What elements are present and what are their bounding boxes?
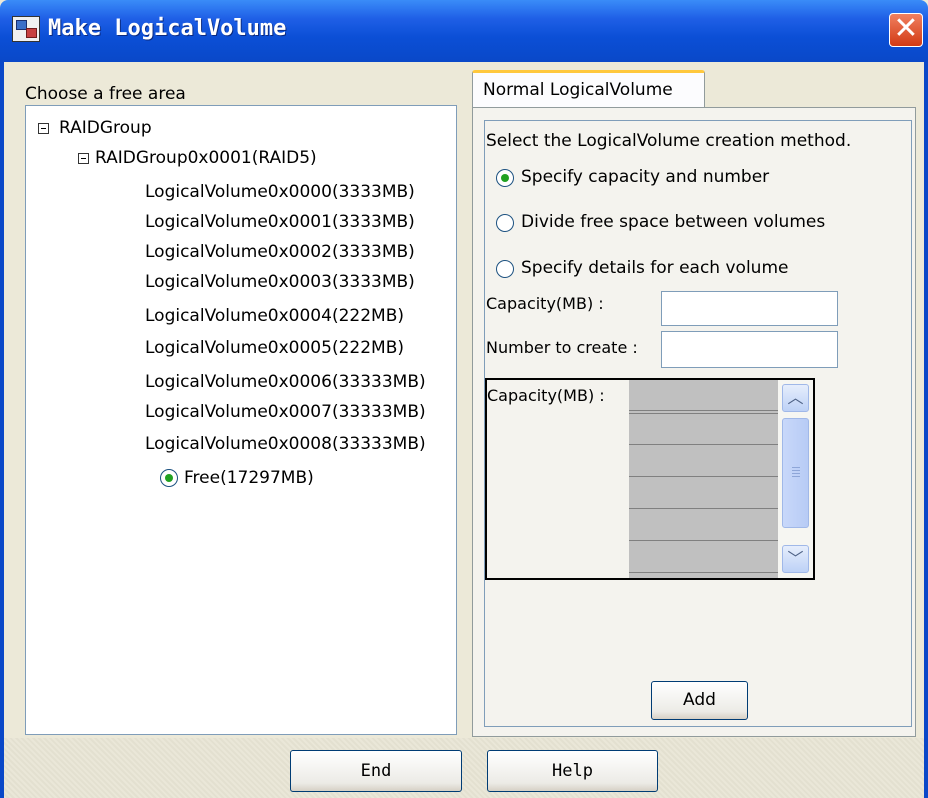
table-row-divider xyxy=(629,444,778,445)
free-area-label: Choose a free area xyxy=(25,84,186,104)
close-icon: ✕ xyxy=(893,11,919,46)
table-row-divider xyxy=(629,410,778,411)
title-bar: Make LogicalVolume ✕ xyxy=(0,0,928,62)
detail-capacity-label: Capacity(MB) : xyxy=(487,386,605,405)
tree-item-label: RAIDGroup xyxy=(59,118,152,138)
tree-item-volume[interactable]: LogicalVolume0x0008(33333MB) xyxy=(145,432,426,456)
capacity-detail-table: Capacity(MB) : ︿ ﹀ xyxy=(485,378,815,580)
scroll-down-button[interactable]: ﹀ xyxy=(782,545,809,573)
collapse-icon[interactable] xyxy=(38,123,49,134)
grip-line xyxy=(792,476,800,477)
vertical-scrollbar[interactable]: ︿ ﹀ xyxy=(778,380,813,578)
table-row-divider xyxy=(629,572,778,573)
tree-item-volume[interactable]: LogicalVolume0x0002(3333MB) xyxy=(145,240,415,264)
method-radio[interactable] xyxy=(496,260,514,278)
tree-item-volume[interactable]: LogicalVolume0x0000(3333MB) xyxy=(145,180,415,204)
grip-line xyxy=(792,470,800,471)
collapse-icon[interactable] xyxy=(78,153,89,164)
capacity-cells xyxy=(629,380,778,578)
tree-item-label: Free(17297MB) xyxy=(184,468,314,488)
end-button[interactable]: End xyxy=(290,750,462,792)
add-button[interactable]: Add xyxy=(651,681,748,720)
method-radio[interactable] xyxy=(496,169,514,187)
method-prompt: Select the LogicalVolume creation method… xyxy=(486,131,852,151)
table-row-divider xyxy=(629,540,778,541)
button-bar xyxy=(4,738,924,798)
scroll-thumb[interactable] xyxy=(782,418,809,528)
tree-item-volume[interactable]: LogicalVolume0x0001(3333MB) xyxy=(145,210,415,234)
method-option-label: Specify capacity and number xyxy=(521,167,770,187)
app-icon xyxy=(12,16,40,42)
tab-normal-logicalvolume[interactable]: Normal LogicalVolume xyxy=(472,70,705,108)
tree-item-volume[interactable]: LogicalVolume0x0006(33333MB) xyxy=(145,370,426,394)
number-field[interactable] xyxy=(661,331,838,368)
method-option-label: Specify details for each volume xyxy=(521,258,789,278)
capacity-field[interactable] xyxy=(661,291,838,326)
table-row-divider xyxy=(629,508,778,509)
capacity-label: Capacity(MB) : xyxy=(486,294,604,313)
raid-tree: RAIDGroup RAIDGroup0x0001(RAID5) Logical… xyxy=(25,105,457,735)
table-row-divider xyxy=(629,413,778,414)
tree-item-volume[interactable]: LogicalVolume0x0003(3333MB) xyxy=(145,270,415,294)
close-button[interactable]: ✕ xyxy=(889,13,923,47)
grip-line xyxy=(792,473,800,474)
window-title: Make LogicalVolume xyxy=(48,16,287,41)
tree-item-volume[interactable]: LogicalVolume0x0004(222MB) xyxy=(145,304,404,328)
help-button[interactable]: Help xyxy=(487,750,658,792)
scroll-up-button[interactable]: ︿ xyxy=(782,384,809,412)
table-row-divider xyxy=(629,476,778,477)
grip-line xyxy=(792,467,800,468)
chevron-up-icon: ︿ xyxy=(787,388,804,407)
method-radio[interactable] xyxy=(496,214,514,232)
tree-item-label: RAIDGroup0x0001(RAID5) xyxy=(95,148,317,168)
free-area-radio[interactable] xyxy=(160,469,178,487)
chevron-down-icon: ﹀ xyxy=(787,549,804,568)
tree-item-volume[interactable]: LogicalVolume0x0007(33333MB) xyxy=(145,400,426,424)
method-option-label: Divide free space between volumes xyxy=(521,212,826,232)
tree-item-volume[interactable]: LogicalVolume0x0005(222MB) xyxy=(145,336,404,360)
number-label: Number to create : xyxy=(486,338,638,357)
